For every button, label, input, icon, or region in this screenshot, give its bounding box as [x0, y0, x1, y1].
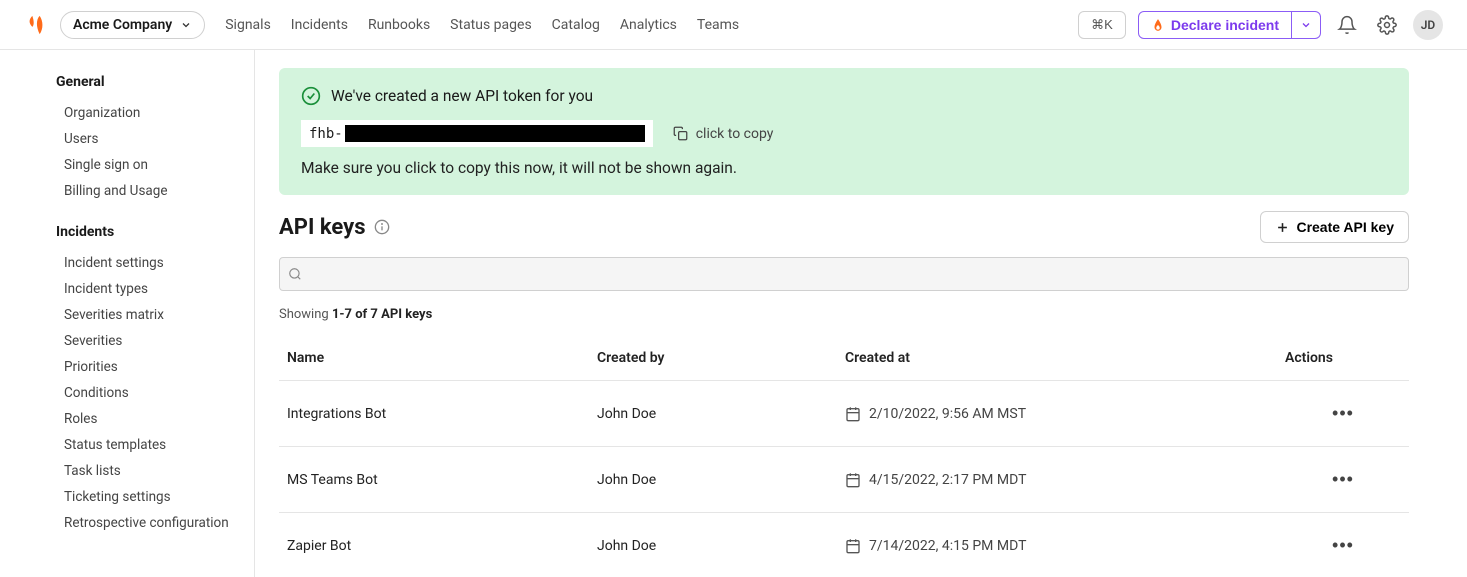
create-btn-label: Create API key	[1296, 219, 1394, 235]
user-avatar[interactable]: JD	[1413, 10, 1443, 40]
sidebar-item-severities[interactable]: Severities	[56, 328, 254, 354]
copy-token-button[interactable]: click to copy	[673, 126, 774, 142]
sidebar-item-incident-types[interactable]: Incident types	[56, 276, 254, 302]
copy-label: click to copy	[696, 126, 774, 142]
showing-bold: 1-7 of 7 API keys	[332, 307, 432, 322]
cell-actions: •••	[1277, 513, 1409, 577]
banner-note: Make sure you click to copy this now, it…	[301, 159, 1387, 177]
table-row: MS Teams Bot John Doe 4/15/2022, 2:17 PM…	[279, 447, 1409, 513]
nav-runbooks[interactable]: Runbooks	[368, 17, 430, 33]
cell-name: MS Teams Bot	[279, 447, 589, 513]
banner-title: We've created a new API token for you	[331, 87, 593, 105]
cell-created-at: 7/14/2022, 4:15 PM MDT	[837, 513, 1277, 577]
col-created-by: Created by	[589, 336, 837, 381]
settings-button[interactable]	[1373, 11, 1401, 39]
date-text: 2/10/2022, 9:56 AM MST	[869, 406, 1026, 422]
chevron-down-icon	[1300, 19, 1312, 31]
calendar-icon	[845, 538, 861, 554]
cell-name: Integrations Bot	[279, 381, 589, 447]
row-actions-button[interactable]: •••	[1328, 399, 1358, 428]
search-input[interactable]	[279, 257, 1409, 291]
cell-name: Zapier Bot	[279, 513, 589, 577]
sidebar-item-conditions[interactable]: Conditions	[56, 380, 254, 406]
command-palette-button[interactable]: ⌘K	[1078, 11, 1126, 39]
cell-created-at: 4/15/2022, 2:17 PM MDT	[837, 447, 1277, 513]
sidebar-section-general: General	[56, 74, 254, 90]
token-redacted	[345, 125, 645, 142]
sidebar: General Organization Users Single sign o…	[0, 50, 255, 577]
page-header: API keys Create API key	[279, 211, 1409, 243]
declare-incident-dropdown[interactable]	[1292, 11, 1321, 39]
nav-links: Signals Incidents Runbooks Status pages …	[225, 17, 739, 33]
table-row: Zapier Bot John Doe 7/14/2022, 4:15 PM M…	[279, 513, 1409, 577]
calendar-icon	[845, 406, 861, 422]
nav-analytics[interactable]: Analytics	[620, 17, 677, 33]
row-actions-button[interactable]: •••	[1328, 465, 1358, 494]
sidebar-item-billing[interactable]: Billing and Usage	[56, 178, 254, 204]
page-title: API keys	[279, 215, 366, 240]
nav-signals[interactable]: Signals	[225, 17, 271, 33]
nav-status-pages[interactable]: Status pages	[450, 17, 532, 33]
col-created-at: Created at	[837, 336, 1277, 381]
copy-icon	[673, 126, 688, 141]
api-token-banner: We've created a new API token for you fh…	[279, 68, 1409, 195]
cell-created-by: John Doe	[589, 513, 837, 577]
check-circle-icon	[301, 86, 321, 106]
api-keys-table: Name Created by Created at Actions Integ…	[279, 336, 1409, 577]
company-name: Acme Company	[73, 17, 172, 33]
sidebar-item-severities-matrix[interactable]: Severities matrix	[56, 302, 254, 328]
sidebar-item-roles[interactable]: Roles	[56, 406, 254, 432]
api-token-value: fhb-	[301, 120, 653, 147]
sidebar-item-sso[interactable]: Single sign on	[56, 152, 254, 178]
avatar-initials: JD	[1421, 18, 1436, 32]
declare-incident-group: Declare incident	[1138, 11, 1321, 39]
table-row: Integrations Bot John Doe 2/10/2022, 9:5…	[279, 381, 1409, 447]
calendar-icon	[845, 472, 861, 488]
sidebar-item-retrospective-config[interactable]: Retrospective configuration	[56, 510, 254, 536]
showing-count: Showing 1-7 of 7 API keys	[279, 307, 1409, 322]
token-prefix: fhb-	[309, 126, 343, 142]
main-content: We've created a new API token for you fh…	[255, 50, 1467, 577]
col-actions: Actions	[1277, 336, 1409, 381]
nav-incidents[interactable]: Incidents	[291, 17, 348, 33]
date-text: 4/15/2022, 2:17 PM MDT	[869, 472, 1026, 488]
info-icon[interactable]	[374, 219, 390, 235]
sidebar-item-incident-settings[interactable]: Incident settings	[56, 250, 254, 276]
sidebar-item-organization[interactable]: Organization	[56, 100, 254, 126]
sidebar-section-incidents: Incidents	[56, 224, 254, 240]
cmd-key-label: ⌘K	[1091, 17, 1113, 33]
showing-prefix: Showing	[279, 307, 332, 322]
cell-actions: •••	[1277, 381, 1409, 447]
bell-icon	[1337, 15, 1357, 35]
col-name: Name	[279, 336, 589, 381]
row-actions-button[interactable]: •••	[1328, 531, 1358, 560]
app-logo	[24, 13, 48, 37]
sidebar-item-users[interactable]: Users	[56, 126, 254, 152]
cell-actions: •••	[1277, 447, 1409, 513]
sidebar-item-task-lists[interactable]: Task lists	[56, 458, 254, 484]
plus-icon	[1275, 220, 1290, 235]
top-nav: Acme Company Signals Incidents Runbooks …	[0, 0, 1467, 50]
declare-label: Declare incident	[1171, 17, 1279, 33]
cell-created-by: John Doe	[589, 381, 837, 447]
nav-teams[interactable]: Teams	[697, 17, 739, 33]
create-api-key-button[interactable]: Create API key	[1260, 211, 1409, 243]
sidebar-item-ticketing-settings[interactable]: Ticketing settings	[56, 484, 254, 510]
chevron-down-icon	[180, 19, 192, 31]
declare-incident-button[interactable]: Declare incident	[1138, 11, 1292, 39]
cell-created-by: John Doe	[589, 447, 837, 513]
sidebar-item-status-templates[interactable]: Status templates	[56, 432, 254, 458]
search-icon	[288, 267, 302, 281]
gear-icon	[1377, 15, 1397, 35]
sidebar-item-priorities[interactable]: Priorities	[56, 354, 254, 380]
company-selector[interactable]: Acme Company	[60, 11, 205, 39]
fire-icon	[1151, 18, 1165, 32]
date-text: 7/14/2022, 4:15 PM MDT	[869, 538, 1026, 554]
notifications-button[interactable]	[1333, 11, 1361, 39]
cell-created-at: 2/10/2022, 9:56 AM MST	[837, 381, 1277, 447]
search-box	[279, 257, 1409, 291]
nav-catalog[interactable]: Catalog	[552, 17, 600, 33]
